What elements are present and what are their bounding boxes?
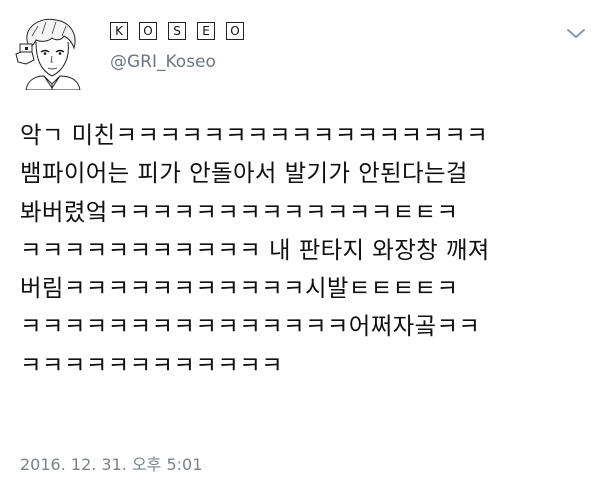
tweet-text: 악ㄱ 미친ㅋㅋㅋㅋㅋㅋㅋㅋㅋㅋㅋㅋㅋㅋㅋㅋㅋ 뱀파이어는 피가 안돌아서 발기가…: [20, 116, 592, 384]
tweet-text-line: ㅋㅋㅋㅋㅋㅋㅋㅋㅋㅋㅋㅋ: [20, 350, 284, 379]
display-name-letter: S: [168, 22, 186, 40]
chevron-down-icon[interactable]: [565, 26, 587, 40]
avatar-illustration: [15, 18, 81, 90]
display-name-letter: O: [139, 22, 157, 40]
tweet-text-line: 봐버렸엌ㅋㅋㅋㅋㅋㅋㅋㅋㅋㅋㅋㅋㅋㅌㅌㅋ: [20, 197, 459, 226]
user-handle[interactable]: @GRI_Koseo: [110, 52, 216, 72]
display-name-letter: E: [197, 22, 215, 40]
display-name-letter: O: [226, 22, 244, 40]
avatar[interactable]: [12, 14, 88, 90]
tweet-text-line: 버림ㅋㅋㅋㅋㅋㅋㅋㅋㅋㅋㅋ시발ㅌㅌㅌㅌㅋ: [20, 274, 459, 303]
tweet-card: K O S E O @GRI_Koseo 악ㄱ 미친ㅋㅋㅋㅋㅋㅋㅋㅋㅋㅋㅋㅋㅋㅋ…: [0, 0, 600, 484]
display-name-letter: K: [110, 22, 128, 40]
tweet-text-line: 뱀파이어는 피가 안돌아서 발기가 안된다는걸: [20, 159, 468, 188]
tweet-text-line: ㅋㅋㅋㅋㅋㅋㅋㅋㅋㅋㅋㅋㅋㅋㅋ어쩌자곸ㅋㅋ: [20, 312, 481, 341]
tweet-text-line: ㅋㅋㅋㅋㅋㅋㅋㅋㅋㅋㅋ 내 판타지 와장창 깨져: [20, 235, 490, 264]
tweet-text-line: 악ㄱ 미친ㅋㅋㅋㅋㅋㅋㅋㅋㅋㅋㅋㅋㅋㅋㅋㅋㅋ: [20, 121, 489, 149]
display-name[interactable]: K O S E O: [110, 22, 244, 40]
tweet-timestamp[interactable]: 2016. 12. 31. 오후 5:01: [20, 451, 202, 475]
